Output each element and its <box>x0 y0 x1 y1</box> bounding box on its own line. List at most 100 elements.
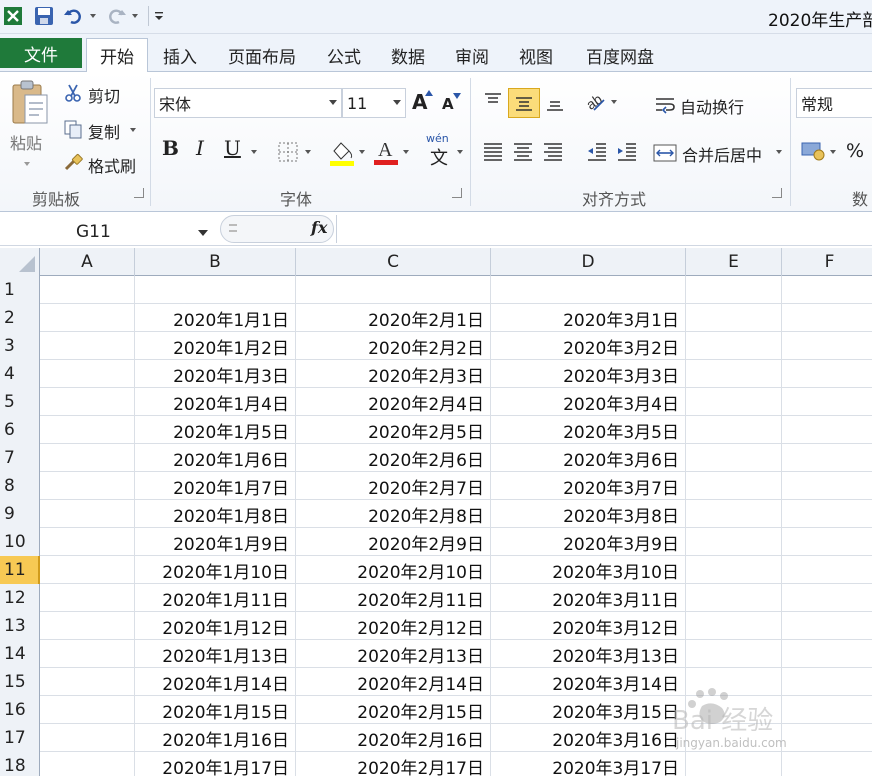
orientation-icon[interactable]: ab <box>582 88 608 114</box>
row-header[interactable]: 8 <box>0 472 40 500</box>
font-name-combo[interactable]: 宋体 <box>154 88 342 118</box>
cell-b[interactable] <box>135 276 296 304</box>
cell-f[interactable] <box>782 752 872 776</box>
column-header-e[interactable]: E <box>686 248 782 276</box>
undo-icon[interactable] <box>62 4 84 28</box>
align-middle-icon[interactable] <box>508 88 540 118</box>
cell-f[interactable] <box>782 388 872 416</box>
cell-c[interactable]: 2020年2月8日 <box>296 500 491 528</box>
phonetic-dropdown-icon[interactable] <box>457 150 463 154</box>
cell-b[interactable]: 2020年1月8日 <box>135 500 296 528</box>
cell-a[interactable] <box>40 640 135 668</box>
cell-b[interactable]: 2020年1月2日 <box>135 332 296 360</box>
cell-a[interactable] <box>40 304 135 332</box>
cell-a[interactable] <box>40 332 135 360</box>
number-format-combo[interactable]: 常规 <box>796 88 872 118</box>
cell-b[interactable]: 2020年1月11日 <box>135 584 296 612</box>
cell-a[interactable] <box>40 276 135 304</box>
cell-f[interactable] <box>782 332 872 360</box>
row-header[interactable]: 18 <box>0 752 40 776</box>
cell-c[interactable]: 2020年2月10日 <box>296 556 491 584</box>
row-header[interactable]: 17 <box>0 724 40 752</box>
cell-d[interactable]: 2020年3月10日 <box>491 556 686 584</box>
worksheet-grid[interactable]: A B C D E F 1 2 2020年1月1日 2020年2月1日 2020年3月1… <box>0 248 872 776</box>
cell-c[interactable]: 2020年2月16日 <box>296 724 491 752</box>
fill-color-icon[interactable] <box>328 138 356 168</box>
cell-a[interactable] <box>40 500 135 528</box>
cell-b[interactable]: 2020年1月16日 <box>135 724 296 752</box>
cell-a[interactable] <box>40 388 135 416</box>
cell-e[interactable] <box>686 556 782 584</box>
merge-center-label[interactable]: 合并后居中 <box>682 142 762 166</box>
align-bottom-icon[interactable] <box>542 90 568 116</box>
row-header[interactable]: 6 <box>0 416 40 444</box>
row-header[interactable]: 15 <box>0 668 40 696</box>
row-header[interactable]: 13 <box>0 612 40 640</box>
cell-c[interactable]: 2020年2月3日 <box>296 360 491 388</box>
wrap-text-label[interactable]: 自动换行 <box>680 94 744 118</box>
customize-icon[interactable] <box>152 4 166 28</box>
save-icon[interactable] <box>32 4 56 28</box>
align-right-icon[interactable] <box>540 138 566 164</box>
cell-e[interactable] <box>686 444 782 472</box>
paste-icon[interactable] <box>8 78 50 128</box>
tab-formulas[interactable]: 公式 <box>316 38 372 72</box>
cell-d[interactable]: 2020年3月6日 <box>491 444 686 472</box>
cell-a[interactable] <box>40 416 135 444</box>
cell-f[interactable] <box>782 276 872 304</box>
row-header[interactable]: 4 <box>0 360 40 388</box>
cell-a[interactable] <box>40 612 135 640</box>
tab-home[interactable]: 开始 <box>86 38 148 72</box>
cell-c[interactable]: 2020年2月13日 <box>296 640 491 668</box>
cell-d[interactable]: 2020年3月4日 <box>491 388 686 416</box>
cell-a[interactable] <box>40 360 135 388</box>
cell-e[interactable] <box>686 332 782 360</box>
redo-icon[interactable] <box>106 4 128 28</box>
clipboard-launcher-icon[interactable] <box>134 188 144 198</box>
cell-f[interactable] <box>782 304 872 332</box>
cell-f[interactable] <box>782 444 872 472</box>
shrink-font-button[interactable]: A <box>442 95 454 113</box>
cell-b[interactable]: 2020年1月4日 <box>135 388 296 416</box>
cell-b[interactable]: 2020年1月12日 <box>135 612 296 640</box>
cut-label[interactable]: 剪切 <box>88 83 120 107</box>
cell-a[interactable] <box>40 472 135 500</box>
column-header-c[interactable]: C <box>296 248 491 276</box>
cell-a[interactable] <box>40 696 135 724</box>
column-header-d[interactable]: D <box>491 248 686 276</box>
cell-c[interactable]: 2020年2月2日 <box>296 332 491 360</box>
cell-b[interactable]: 2020年1月15日 <box>135 696 296 724</box>
accounting-dropdown-icon[interactable] <box>830 150 836 154</box>
cell-f[interactable] <box>782 500 872 528</box>
cell-d[interactable]: 2020年3月9日 <box>491 528 686 556</box>
tab-insert[interactable]: 插入 <box>150 38 210 72</box>
row-header[interactable]: 12 <box>0 584 40 612</box>
underline-dropdown-icon[interactable] <box>251 150 257 154</box>
align-left-icon[interactable] <box>480 138 506 164</box>
row-header[interactable]: 10 <box>0 528 40 556</box>
border-dropdown-icon[interactable] <box>305 150 311 154</box>
column-header-b[interactable]: B <box>135 248 296 276</box>
cell-e[interactable] <box>686 304 782 332</box>
cell-c[interactable]: 2020年2月5日 <box>296 416 491 444</box>
cell-d[interactable]: 2020年3月1日 <box>491 304 686 332</box>
row-header[interactable]: 11 <box>0 556 40 584</box>
tab-baidu-netdisk[interactable]: 百度网盘 <box>572 38 668 72</box>
column-header-f[interactable]: F <box>782 248 872 276</box>
format-painter-icon[interactable] <box>62 152 84 174</box>
cell-b[interactable]: 2020年1月9日 <box>135 528 296 556</box>
orientation-dropdown-icon[interactable] <box>611 100 617 104</box>
row-header[interactable]: 14 <box>0 640 40 668</box>
cell-c[interactable]: 2020年2月1日 <box>296 304 491 332</box>
cell-f[interactable] <box>782 472 872 500</box>
phonetic-char-label[interactable]: 文 <box>430 144 448 170</box>
increase-indent-icon[interactable] <box>614 138 640 164</box>
select-all-corner[interactable] <box>0 248 40 276</box>
cell-f[interactable] <box>782 668 872 696</box>
cell-f[interactable] <box>782 724 872 752</box>
cell-a[interactable] <box>40 668 135 696</box>
row-header[interactable]: 3 <box>0 332 40 360</box>
cell-d[interactable]: 2020年3月14日 <box>491 668 686 696</box>
cell-c[interactable]: 2020年2月12日 <box>296 612 491 640</box>
cell-b[interactable]: 2020年1月6日 <box>135 444 296 472</box>
